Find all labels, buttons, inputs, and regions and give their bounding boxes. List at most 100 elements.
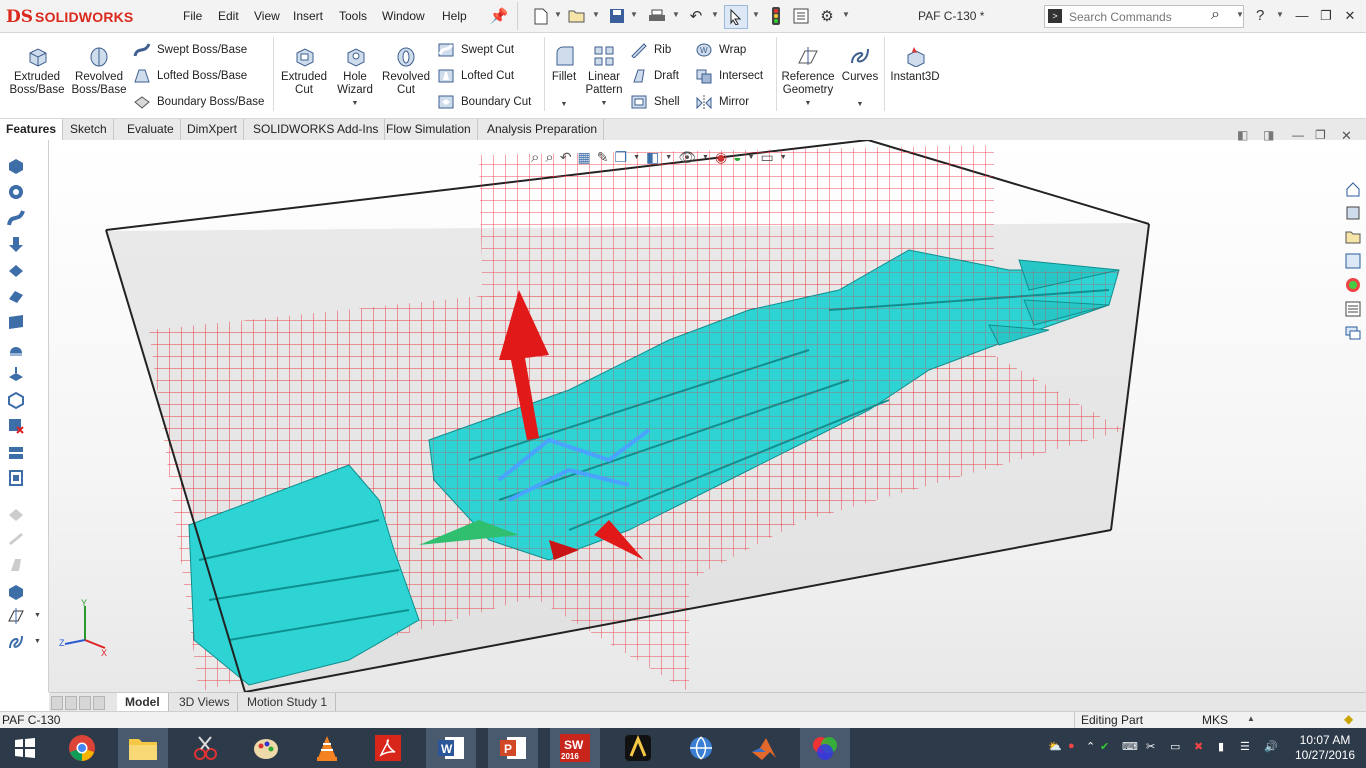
chevron-up-icon[interactable]: ⌃: [1086, 740, 1095, 753]
curves-icon[interactable]: [6, 632, 26, 652]
graphics-area[interactable]: ⌕ ⌕ ↶ ▦ ✎ ❒ ▼ ◧ ▼ 👁 ▼ ◉ ◒ ▼ ▭ ▼ ◧ ◨ — ❐ …: [49, 128, 1366, 692]
tab-dimxpert[interactable]: DimXpert: [181, 119, 245, 140]
snipping-tool-icon[interactable]: [180, 728, 230, 768]
menu-window[interactable]: Window: [382, 9, 425, 23]
home-icon[interactable]: [1342, 178, 1363, 199]
chevron-down-icon[interactable]: ▼: [352, 97, 359, 110]
tray-alert-icon[interactable]: ✖: [1194, 740, 1203, 753]
boundary-boss-button[interactable]: Boundary Boss/Base: [133, 91, 264, 113]
appearances-icon[interactable]: [1342, 274, 1363, 295]
restore-window-button[interactable]: ❐: [1314, 6, 1338, 26]
rib-button[interactable]: Rib: [630, 39, 671, 61]
chevron-down-icon[interactable]: ▼: [665, 154, 672, 161]
tab-sketch[interactable]: Sketch: [64, 119, 114, 140]
viewport-restore-button[interactable]: ❐: [1315, 128, 1326, 142]
swept-cut-button[interactable]: Swept Cut: [437, 39, 514, 61]
file-explorer-icon[interactable]: [1342, 226, 1363, 247]
curves-button[interactable]: Curves ▼: [840, 33, 880, 113]
plane-icon[interactable]: [6, 312, 26, 332]
tray-solidworks-icon[interactable]: ●: [1068, 740, 1075, 752]
paint-icon[interactable]: [241, 728, 291, 768]
solidworks-2016-icon[interactable]: SW 2016: [550, 728, 600, 768]
chevron-down-icon[interactable]: ▼: [561, 98, 568, 111]
tray-wifi-icon[interactable]: ☰: [1240, 740, 1250, 753]
extruded-cut-button[interactable]: Extruded Cut: [278, 33, 330, 113]
tab-solidworks-add-ins[interactable]: SOLIDWORKS Add-Ins: [247, 119, 386, 140]
save-icon[interactable]: [606, 5, 628, 27]
chevron-up-icon[interactable]: ▲: [1247, 714, 1255, 723]
help-icon[interactable]: ?: [1256, 7, 1264, 24]
chevron-down-icon[interactable]: ▼: [702, 154, 709, 161]
menu-insert[interactable]: Insert: [293, 9, 323, 23]
menu-help[interactable]: Help: [442, 9, 467, 23]
fillet-button[interactable]: Fillet ▼: [548, 33, 580, 113]
boundary-boss-icon[interactable]: [6, 286, 26, 306]
revolved-cut-button[interactable]: Revolved Cut: [380, 33, 432, 113]
windows-start-button[interactable]: [0, 728, 50, 768]
file-explorer-icon[interactable]: [118, 728, 168, 768]
chevron-down-icon[interactable]: ▼: [752, 10, 760, 19]
search-commands-box[interactable]: > ⌕: [1044, 5, 1244, 28]
scroll-prev-icon[interactable]: [65, 696, 77, 710]
hole-wizard-button[interactable]: Hole Wizard ▼: [332, 33, 378, 113]
reference-geometry-button[interactable]: Reference Geometry ▼: [779, 33, 837, 113]
tray-icon[interactable]: ⛅: [1048, 740, 1062, 753]
color-circles-app-icon[interactable]: [800, 728, 850, 768]
powerpoint-icon[interactable]: P: [488, 728, 538, 768]
tab-evaluate[interactable]: Evaluate: [121, 119, 181, 140]
file-properties-icon[interactable]: [790, 5, 812, 27]
menu-file[interactable]: File: [183, 9, 202, 23]
tile-right-icon[interactable]: ◨: [1263, 128, 1274, 142]
chevron-down-icon[interactable]: ▼: [842, 10, 850, 19]
delete-body-icon[interactable]: [6, 416, 26, 436]
apply-scene-icon[interactable]: ◒: [733, 149, 741, 165]
chevron-down-icon[interactable]: ▼: [1276, 10, 1284, 19]
scroll-first-icon[interactable]: [51, 696, 63, 710]
boundary-cut-button[interactable]: Boundary Cut: [437, 91, 531, 113]
zoom-to-fit-icon[interactable]: ⌕: [531, 149, 539, 166]
tile-left-icon[interactable]: ◧: [1237, 128, 1248, 142]
menu-tools[interactable]: Tools: [339, 9, 367, 23]
shell-button[interactable]: Shell: [630, 91, 680, 113]
swept-boss-icon[interactable]: [6, 208, 26, 228]
chrome-icon[interactable]: [57, 728, 107, 768]
tab-analysis-preparation[interactable]: Analysis Preparation: [481, 119, 605, 140]
system-clock[interactable]: 10:07 AM 10/27/2016: [1290, 733, 1360, 763]
scroll-last-icon[interactable]: [93, 696, 105, 710]
chevron-down-icon[interactable]: ▼: [748, 154, 755, 161]
hide-show-items-icon[interactable]: 👁: [678, 149, 696, 166]
chevron-down-icon[interactable]: ▼: [711, 10, 719, 19]
select-arrow-icon[interactable]: [724, 5, 748, 29]
chevron-down-icon[interactable]: ▼: [780, 154, 787, 161]
acrobat-reader-icon[interactable]: [363, 728, 413, 768]
chevron-down-icon[interactable]: ▼: [1236, 10, 1244, 19]
previous-view-icon[interactable]: ↶: [560, 149, 572, 166]
split-icon[interactable]: [6, 442, 26, 462]
swept-boss-button[interactable]: Swept Boss/Base: [133, 39, 247, 61]
combine-icon[interactable]: [6, 468, 26, 488]
archicad-icon[interactable]: [613, 728, 663, 768]
chevron-down-icon[interactable]: ▼: [34, 612, 41, 619]
extruded-boss-button[interactable]: Extruded Boss/Base: [6, 33, 68, 113]
word-icon[interactable]: W: [426, 728, 476, 768]
tray-window-icon[interactable]: ▭: [1170, 740, 1180, 753]
chevron-down-icon[interactable]: ▼: [34, 638, 41, 645]
section-view-icon[interactable]: ▦: [578, 149, 591, 166]
tab-flow-simulation[interactable]: Flow Simulation: [380, 119, 478, 140]
forum-icon[interactable]: [1342, 322, 1363, 343]
mirror-button[interactable]: Mirror: [695, 91, 749, 113]
pin-icon[interactable]: 📌: [488, 5, 510, 27]
tray-volume-icon[interactable]: 🔊: [1264, 740, 1278, 753]
design-library-icon[interactable]: [1342, 202, 1363, 223]
open-folder-icon[interactable]: [566, 5, 588, 27]
edit-appearance-icon[interactable]: ◉: [715, 149, 727, 166]
viewport-close-button[interactable]: ✕: [1341, 128, 1352, 144]
dome-icon[interactable]: [6, 338, 26, 358]
direction-down-icon[interactable]: [6, 234, 26, 254]
vlc-icon[interactable]: [302, 728, 352, 768]
tab-features[interactable]: Features: [0, 119, 64, 140]
lofted-boss-icon[interactable]: [6, 260, 26, 280]
tab-motion-study-1[interactable]: Motion Study 1: [239, 693, 337, 711]
chevron-down-icon[interactable]: ▼: [630, 10, 638, 19]
lofted-boss-button[interactable]: Lofted Boss/Base: [133, 65, 247, 87]
